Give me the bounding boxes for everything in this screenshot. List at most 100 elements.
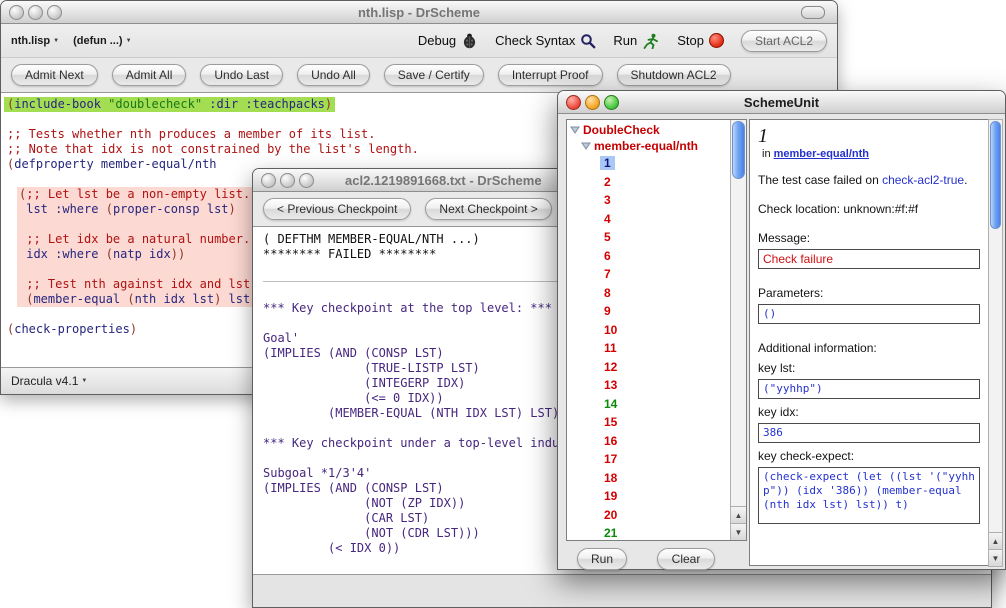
test-case-13[interactable]: 13	[570, 376, 731, 395]
schemeunit-titlebar[interactable]: SchemeUnit	[558, 91, 1005, 114]
stop-button[interactable]: Stop	[677, 33, 724, 48]
code-line: idx :where (natp idx))	[19, 247, 265, 262]
debug-button[interactable]: Debug	[418, 32, 478, 49]
test-case-10[interactable]: 10	[570, 321, 731, 340]
window-title: nth.lisp - DrScheme	[1, 5, 837, 20]
case-number: 1	[758, 125, 980, 147]
test-case-5[interactable]: 5	[570, 228, 731, 247]
parameters-field[interactable]: ()	[758, 304, 980, 324]
close-button[interactable]	[9, 5, 24, 20]
scroll-down-arrow[interactable]: ▼	[989, 549, 1002, 566]
message-field[interactable]: Check failure	[758, 249, 980, 269]
window-title: acl2.1219891668.txt - DrScheme	[345, 173, 542, 188]
test-case-6[interactable]: 6	[570, 247, 731, 266]
test-case-18[interactable]: 18	[570, 469, 731, 488]
test-case-8[interactable]: 8	[570, 284, 731, 303]
check-syntax-button[interactable]: Check Syntax	[495, 33, 596, 49]
test-detail-panel: 1 in member-equal/nth The test case fail…	[749, 119, 989, 566]
disclosure-triangle-icon[interactable]	[570, 126, 580, 134]
test-case-4[interactable]: 4	[570, 210, 731, 229]
chevron-down-icon: ▼	[81, 378, 87, 384]
stop-circle-icon	[709, 33, 724, 48]
in-label: in	[762, 148, 771, 160]
run-label: Run	[613, 33, 637, 48]
start-acl2-button[interactable]: Start ACL2	[741, 30, 827, 52]
run-button[interactable]: Run	[613, 33, 660, 49]
minimize-button[interactable]	[28, 5, 43, 20]
detail-key-value[interactable]: (check-expect (let ((lst '("yyhhp")) (id…	[758, 467, 980, 524]
code-line: (member-equal (nth idx lst) lst))	[19, 292, 265, 307]
tree-group-label: member-equal/nth	[594, 139, 698, 153]
close-button[interactable]	[261, 173, 276, 188]
test-case-3[interactable]: 3	[570, 191, 731, 210]
code-line: ;; Test nth against idx and lst.	[19, 277, 265, 292]
magnifier-icon	[580, 33, 596, 49]
test-case-list: 123456789101112131415161718192021	[570, 154, 731, 541]
detail-key-value[interactable]: 386	[758, 423, 980, 443]
chevron-down-icon: ▼	[126, 38, 132, 44]
admit-all-button[interactable]: Admit All	[112, 64, 187, 86]
test-case-2[interactable]: 2	[570, 173, 731, 192]
acl2-bottom-bar	[253, 574, 991, 607]
test-case-21[interactable]: 21	[570, 524, 731, 541]
tree-item-doublecheck[interactable]: DoubleCheck	[570, 122, 731, 138]
tree-root-label: DoubleCheck	[583, 123, 660, 137]
toolbar-toggle-button[interactable]	[801, 6, 825, 19]
save-certify-button[interactable]: Save / Certify	[384, 64, 484, 86]
test-case-11[interactable]: 11	[570, 339, 731, 358]
admit-next-button[interactable]: Admit Next	[11, 64, 98, 86]
defun-menu[interactable]: (defun ...) ▼	[73, 35, 131, 47]
detail-scrollbar[interactable]: ▲ ▼	[988, 119, 1003, 567]
check-location-line: Check location: unknown:#f:#f	[758, 202, 980, 216]
test-case-14[interactable]: 14	[570, 395, 731, 414]
zoom-button[interactable]	[299, 173, 314, 188]
close-button[interactable]	[566, 95, 581, 110]
check-link[interactable]: check-acl2-true	[882, 173, 964, 187]
test-case-16[interactable]: 16	[570, 432, 731, 451]
scroll-up-arrow[interactable]: ▲	[731, 506, 746, 523]
undo-all-button[interactable]: Undo All	[297, 64, 370, 86]
interrupt-proof-button[interactable]: Interrupt Proof	[498, 64, 603, 86]
main-titlebar[interactable]: nth.lisp - DrScheme	[1, 1, 837, 24]
run-tests-button[interactable]: Run	[577, 548, 627, 570]
defun-menu-label: (defun ...)	[73, 35, 123, 47]
minimize-button[interactable]	[280, 173, 295, 188]
code-line	[19, 217, 265, 232]
window-title: SchemeUnit	[558, 95, 1005, 110]
clear-button[interactable]: Clear	[657, 548, 715, 570]
detail-key-value[interactable]: ("yyhhp")	[758, 379, 980, 399]
next-checkpoint-button[interactable]: Next Checkpoint >	[425, 198, 551, 220]
test-case-19[interactable]: 19	[570, 487, 731, 506]
failure-text-period: .	[964, 173, 967, 187]
disclosure-triangle-icon[interactable]	[581, 142, 591, 150]
test-case-1[interactable]: 1	[570, 154, 731, 173]
scrollbar-thumb[interactable]	[732, 121, 745, 179]
test-case-7[interactable]: 7	[570, 265, 731, 284]
zoom-button[interactable]	[604, 95, 619, 110]
failure-description: The test case failed on check-acl2-true.	[758, 173, 979, 188]
scrollbar-thumb[interactable]	[990, 121, 1001, 229]
language-menu[interactable]: Dracula v4.1 ▼	[11, 374, 87, 388]
test-case-20[interactable]: 20	[570, 506, 731, 525]
test-case-17[interactable]: 17	[570, 450, 731, 469]
scroll-down-arrow[interactable]: ▼	[731, 523, 746, 540]
tree-scrollbar[interactable]: ▲ ▼	[730, 120, 746, 540]
file-menu-label: nth.lisp	[11, 35, 50, 47]
case-group-link[interactable]: member-equal/nth	[774, 148, 869, 160]
test-case-15[interactable]: 15	[570, 413, 731, 432]
code-line: (;; Let lst be a non-empty list.	[19, 187, 265, 202]
shutdown-acl2-button[interactable]: Shutdown ACL2	[617, 64, 731, 86]
undo-last-button[interactable]: Undo Last	[200, 64, 283, 86]
tree-item-member-equal-nth[interactable]: member-equal/nth	[570, 138, 731, 154]
detail-key-label: key lst:	[758, 361, 980, 375]
scroll-up-arrow[interactable]: ▲	[989, 532, 1002, 549]
file-menu[interactable]: nth.lisp ▼	[11, 35, 59, 47]
code-line: lst :where (proper-consp lst)	[19, 202, 265, 217]
main-toolbar: nth.lisp ▼ (defun ...) ▼ Debug Check Syn…	[1, 24, 837, 58]
minimize-button[interactable]	[585, 95, 600, 110]
zoom-button[interactable]	[47, 5, 62, 20]
code-line: ;; Let idx be a natural number.	[19, 232, 265, 247]
previous-checkpoint-button[interactable]: < Previous Checkpoint	[263, 198, 411, 220]
test-case-12[interactable]: 12	[570, 358, 731, 377]
test-case-9[interactable]: 9	[570, 302, 731, 321]
